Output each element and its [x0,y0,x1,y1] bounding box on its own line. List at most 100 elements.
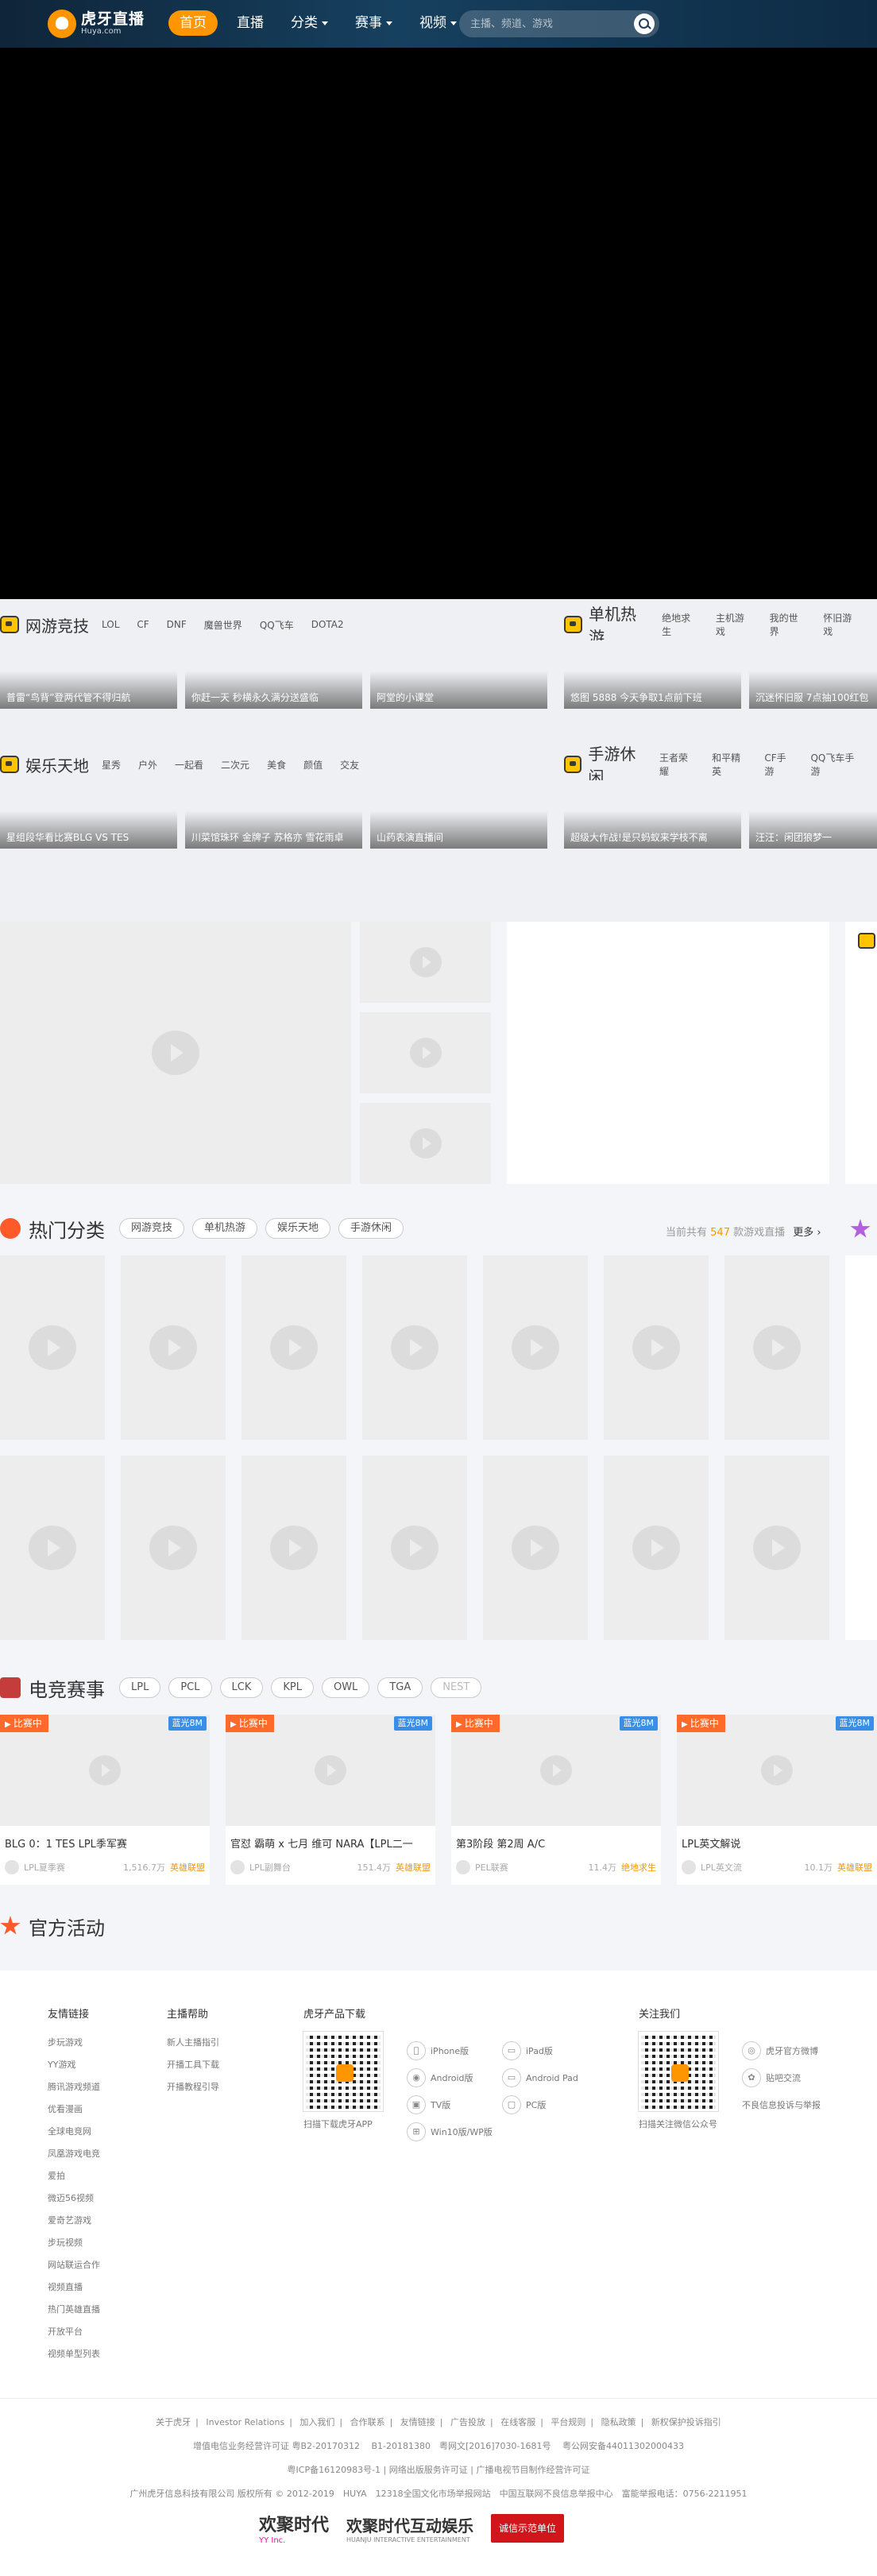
tab-tga[interactable]: TGA [377,1677,423,1698]
stream-thumbnail[interactable]: 悠图 5888 今天争取1点前下班 [564,640,741,709]
category-tag[interactable]: 二次元 [221,758,249,772]
stream-thumbnail[interactable]: 星组段华看比赛BLG VS TES [0,780,177,849]
featured-video-player[interactable] [0,48,877,599]
footer-link[interactable]: 广告投放 [450,2417,485,2427]
game-tag[interactable]: 英雄联盟 [837,1861,872,1874]
download-win10[interactable]: ⊞ Win10版/WP版 [407,2122,493,2142]
hot-category-card[interactable] [604,1456,709,1640]
match-card[interactable]: 比赛中 蓝光8M BLG 0：1 TES LPL季军赛 LPL夏季赛 1,516… [0,1715,210,1885]
hot-category-card[interactable] [0,1255,105,1440]
footer-link[interactable]: 加入我们 [299,2417,334,2427]
category-tag[interactable]: 一起看 [175,758,203,772]
footer-link[interactable]: 关于虎牙 [156,2417,191,2427]
footer-link[interactable]: 热门英雄直播 [48,2299,100,2321]
footer-link[interactable]: 隐私政策 [601,2417,636,2427]
search-input[interactable] [470,10,621,37]
download-android[interactable]: ◉ Android版 [407,2067,473,2088]
match-card[interactable]: 比赛中 蓝光8M 第3阶段 第2周 A/C PEL联赛 11.4万 绝地求生 [451,1715,661,1885]
hot-category-card[interactable] [121,1255,226,1440]
footer-link[interactable]: 全球电竞网 [48,2121,100,2143]
integrity-badge[interactable]: 诚信示范单位 [491,2513,565,2543]
hot-category-card[interactable] [483,1255,588,1440]
hot-category-card[interactable] [362,1456,467,1640]
tab-shouyou[interactable]: 手游休闲 [338,1218,404,1239]
footer-link[interactable]: 视频单型列表 [48,2343,100,2365]
category-tag[interactable]: 我的世界 [770,611,806,638]
hot-category-card[interactable] [724,1255,829,1440]
category-tag[interactable]: CF [137,619,149,630]
footer-link[interactable]: 网站联运合作 [48,2254,100,2276]
hot-category-card[interactable] [0,1456,105,1640]
footer-link[interactable]: 合作联系 [350,2417,385,2427]
footer-link[interactable]: 新权保护投诉指引 [651,2417,721,2427]
download-android-pad[interactable]: ▭ Android Pad [502,2067,578,2088]
category-tag[interactable]: QQ飞车 [260,618,294,632]
tab-lck[interactable]: LCK [219,1677,264,1698]
footer-link[interactable]: 开放平台 [48,2321,100,2343]
category-tag[interactable]: DNF [167,619,187,630]
nav-live[interactable]: 直播 [229,10,272,36]
category-tag[interactable]: 户外 [138,758,157,772]
footer-link[interactable]: 在线客服 [500,2417,535,2427]
stream-thumbnail[interactable]: 阿堂的小课堂 [370,640,547,709]
category-tag[interactable]: QQ飞车手游 [810,751,860,778]
category-tag[interactable]: 美食 [267,758,286,772]
category-tag[interactable]: 怀旧游戏 [823,611,860,638]
tab-owl[interactable]: OWL [321,1677,370,1698]
category-tag[interactable]: 主机游戏 [716,611,752,638]
recommend-thumbnail[interactable] [360,922,491,1003]
download-pc[interactable]: ▢ PC版 [502,2094,546,2115]
huanju-logo[interactable]: 欢聚时代互动娱乐 HUANJU INTERACTIVE ENTERTAINMENT [346,2513,473,2543]
download-ipad[interactable]: ▭ iPad版 [502,2040,553,2061]
footer-link[interactable]: 友情链接 [400,2417,435,2427]
nav-matches[interactable]: 赛事 [347,10,400,36]
category-tag[interactable]: 王者荣耀 [659,751,694,778]
category-tag[interactable]: LOL [102,619,119,630]
stream-thumbnail[interactable]: 沉迷怀旧服 7点抽100红包 [749,640,877,709]
recommend-thumbnail[interactable] [360,1012,491,1093]
category-tag[interactable]: 星秀 [102,758,121,772]
category-tag[interactable]: 和平精英 [712,751,747,778]
report-link[interactable]: 不良信息投诉与举报 [742,2094,821,2115]
hot-category-card[interactable] [604,1255,709,1440]
nav-video[interactable]: 视频 [411,10,465,36]
footer-link[interactable]: 视频直播 [48,2276,100,2299]
footer-link[interactable]: YY游戏 [48,2054,100,2076]
category-tag[interactable]: DOTA2 [311,619,344,630]
tab-kpl[interactable]: KPL [271,1677,314,1698]
hot-category-card[interactable] [241,1456,346,1640]
nav-category[interactable]: 分类 [283,10,336,36]
footer-link[interactable]: 腾讯游戏频道 [48,2076,100,2098]
hot-category-card[interactable] [724,1456,829,1640]
match-card[interactable]: 比赛中 蓝光8M LPL英文解说 LPL英文流 10.1万 英雄联盟 [677,1715,877,1885]
footer-link[interactable]: 凤凰游戏电竞 [48,2143,100,2165]
footer-link[interactable]: 平台规则 [551,2417,585,2427]
footer-link[interactable]: 爱拍 [48,2165,100,2187]
category-tag[interactable]: CF手游 [764,751,793,778]
stream-thumbnail[interactable]: 山药表演直播间 [370,780,547,849]
footer-link[interactable]: 开播教程引导 [167,2076,219,2098]
hot-category-card[interactable] [121,1456,226,1640]
game-tag[interactable]: 绝地求生 [621,1861,656,1874]
match-card[interactable]: 比赛中 蓝光8M 官怼 霸萌 x 七月 维可 NARA【LPL二一 LPL副舞台… [226,1715,435,1885]
tab-danji[interactable]: 单机热游 [192,1218,258,1239]
footer-link[interactable]: Investor Relations [206,2417,284,2427]
stream-thumbnail[interactable]: 川菜馆珠环 金牌子 苏格亦 雪花雨卓 [185,780,362,849]
yy-logo[interactable]: 欢聚时代 YY Inc. [259,2511,329,2545]
game-tag[interactable]: 英雄联盟 [170,1861,205,1874]
category-tag[interactable]: 绝地求生 [662,611,698,638]
more-link[interactable]: 更多 › [793,1227,821,1239]
download-iphone[interactable]: iPhone版 [407,2040,469,2061]
stream-thumbnail[interactable]: 普雷“鸟背”登两代管不得归航 [0,640,177,709]
recommend-main-thumbnail[interactable] [0,922,351,1184]
footer-link[interactable]: 爱奇艺游戏 [48,2210,100,2232]
category-tag[interactable]: 颜值 [303,758,323,772]
footer-link[interactable]: 步玩游戏 [48,2032,100,2054]
download-tv[interactable]: ▣ TV版 [407,2094,450,2115]
hot-category-card[interactable] [241,1255,346,1440]
footer-link[interactable]: 步玩视频 [48,2232,100,2254]
tab-wangyou[interactable]: 网游竞技 [119,1218,185,1239]
category-title[interactable]: 网游竞技 [25,613,89,636]
recommend-thumbnail[interactable] [360,1103,491,1184]
game-tag[interactable]: 英雄联盟 [396,1861,431,1874]
